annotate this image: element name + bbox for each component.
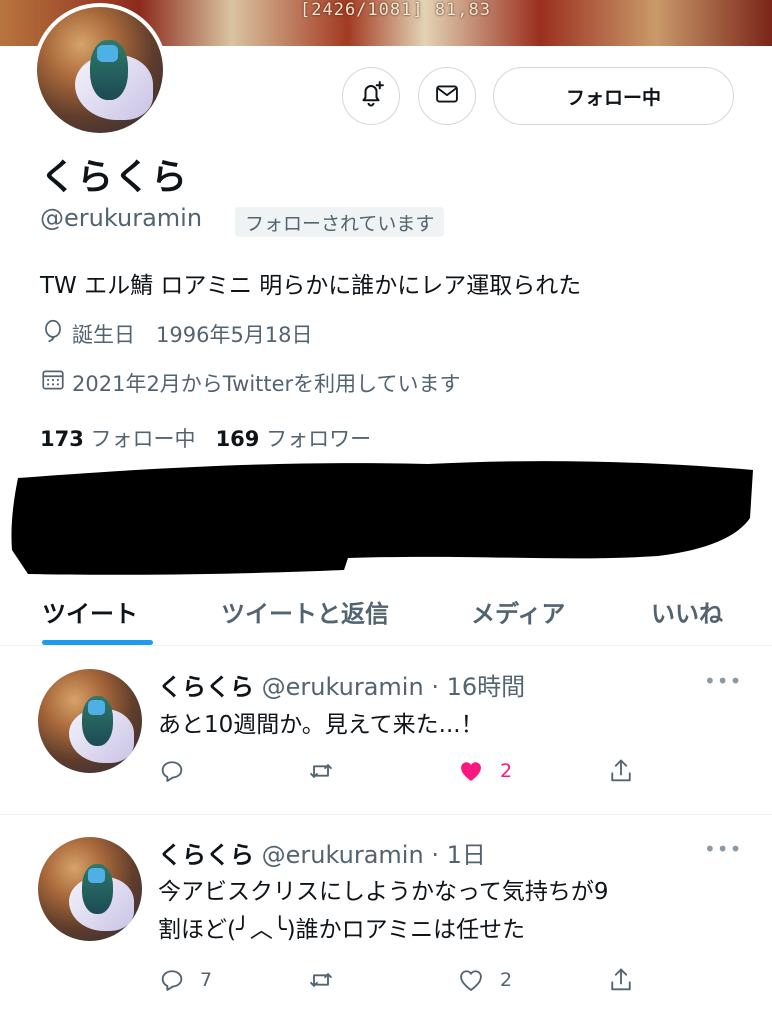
share-button[interactable] bbox=[607, 966, 635, 994]
like-count: 2 bbox=[500, 969, 513, 991]
heart-outline-icon bbox=[456, 966, 486, 994]
followers-link[interactable]: 169 フォロワー bbox=[216, 427, 372, 451]
tweet-meta: @erukuramin · 1日 bbox=[261, 841, 486, 869]
tweet-text-line: 今アビスクリスにしようかなって気持ちが9 bbox=[158, 879, 609, 905]
tweet[interactable]: くらくら @erukuramin · 16時間 ••• あと10週間か。見えて来… bbox=[0, 647, 772, 815]
retweet-icon bbox=[306, 966, 336, 994]
tweet-avatar[interactable] bbox=[38, 669, 142, 773]
notification-subscribe-button[interactable] bbox=[342, 67, 400, 125]
bell-plus-icon bbox=[356, 79, 386, 113]
birthday-text: 誕生日 1996年5月18日 bbox=[72, 322, 313, 347]
following-count: 173 bbox=[40, 427, 84, 451]
calendar-icon bbox=[40, 367, 72, 398]
more-options-icon[interactable]: ••• bbox=[704, 669, 742, 693]
tweet[interactable]: くらくら @erukuramin · 1日 ••• 今アビスクリスにしようかなっ… bbox=[0, 815, 772, 1024]
like-count: 2 bbox=[500, 760, 513, 782]
tweet-text-line: 割ほど(╯︿╰)誰かロアミニは任せた bbox=[158, 917, 526, 943]
tweet-avatar[interactable] bbox=[38, 837, 142, 941]
retweet-button[interactable] bbox=[306, 966, 350, 994]
active-tab-indicator bbox=[42, 640, 153, 645]
joined-text: 2021年2月からTwitterを利用しています bbox=[72, 371, 461, 396]
follows-you-badge: フォローされています bbox=[235, 207, 445, 237]
tweet-header: くらくら @erukuramin · 1日 bbox=[158, 835, 486, 870]
balloon-icon bbox=[40, 318, 72, 349]
heart-filled-icon bbox=[456, 757, 486, 785]
profile-bio: TW エル鯖 ロアミニ 明らかに誰かにレア運取られた bbox=[40, 273, 582, 299]
tweet-author-name[interactable]: くらくら bbox=[158, 841, 254, 869]
tweet-header: くらくら @erukuramin · 16時間 bbox=[158, 667, 525, 702]
follow-counts: 173 フォロー中 169 フォロワー bbox=[40, 423, 371, 453]
tab-likes[interactable]: いいね bbox=[651, 576, 723, 646]
following-label: フォロー中 bbox=[90, 427, 196, 451]
reply-button[interactable]: 7 bbox=[158, 966, 212, 994]
like-button[interactable]: 2 bbox=[456, 757, 512, 785]
share-icon bbox=[607, 757, 635, 785]
profile-handle: @erukuramin bbox=[40, 204, 203, 232]
tweet-author-name[interactable]: くらくら bbox=[158, 673, 254, 701]
tweet-text: 今アビスクリスにしようかなって気持ちが9 割ほど(╯︿╰)誰かロアミニは任せた bbox=[158, 873, 608, 949]
reply-icon bbox=[158, 757, 186, 785]
share-icon bbox=[607, 966, 635, 994]
followers-count: 169 bbox=[215, 427, 260, 451]
more-options-icon[interactable]: ••• bbox=[704, 837, 742, 861]
birthday-row: 誕生日 1996年5月18日 bbox=[40, 318, 313, 349]
profile-display-name: くらくら bbox=[40, 157, 189, 198]
followers-label: フォロワー bbox=[266, 427, 372, 451]
following-button[interactable]: フォロー中 bbox=[493, 67, 734, 125]
tweet-text: あと10週間か。見えて来た...！ bbox=[158, 706, 484, 744]
reply-icon bbox=[158, 966, 186, 994]
tab-tweets[interactable]: ツイート bbox=[42, 576, 138, 646]
following-link[interactable]: 173 フォロー中 bbox=[40, 427, 196, 451]
retweet-icon bbox=[306, 757, 336, 785]
envelope-icon bbox=[433, 80, 461, 112]
share-button[interactable] bbox=[607, 757, 635, 785]
message-button[interactable] bbox=[418, 67, 476, 125]
reply-count: 7 bbox=[200, 969, 213, 991]
joined-row: 2021年2月からTwitterを利用しています bbox=[40, 367, 461, 398]
tweet-actions: 2 bbox=[158, 757, 648, 789]
tab-tweets-and-replies[interactable]: ツイートと返信 bbox=[221, 576, 389, 646]
like-button[interactable]: 2 bbox=[456, 966, 512, 994]
tweet-actions: 7 2 bbox=[158, 966, 648, 998]
redaction-mark bbox=[11, 461, 754, 575]
tweet-meta: @erukuramin · 16時間 bbox=[261, 673, 526, 701]
profile-avatar[interactable] bbox=[33, 3, 167, 137]
tweet-text-line: あと10週間か。見えて来た...！ bbox=[158, 712, 484, 738]
retweet-button[interactable] bbox=[306, 757, 350, 785]
reply-button[interactable] bbox=[158, 757, 200, 785]
tab-media[interactable]: メディア bbox=[471, 576, 565, 646]
profile-tabs: ツイート ツイートと返信 メディア いいね bbox=[0, 576, 772, 646]
banner-overlay-text: [2426/1081] 81,83 bbox=[300, 0, 491, 20]
